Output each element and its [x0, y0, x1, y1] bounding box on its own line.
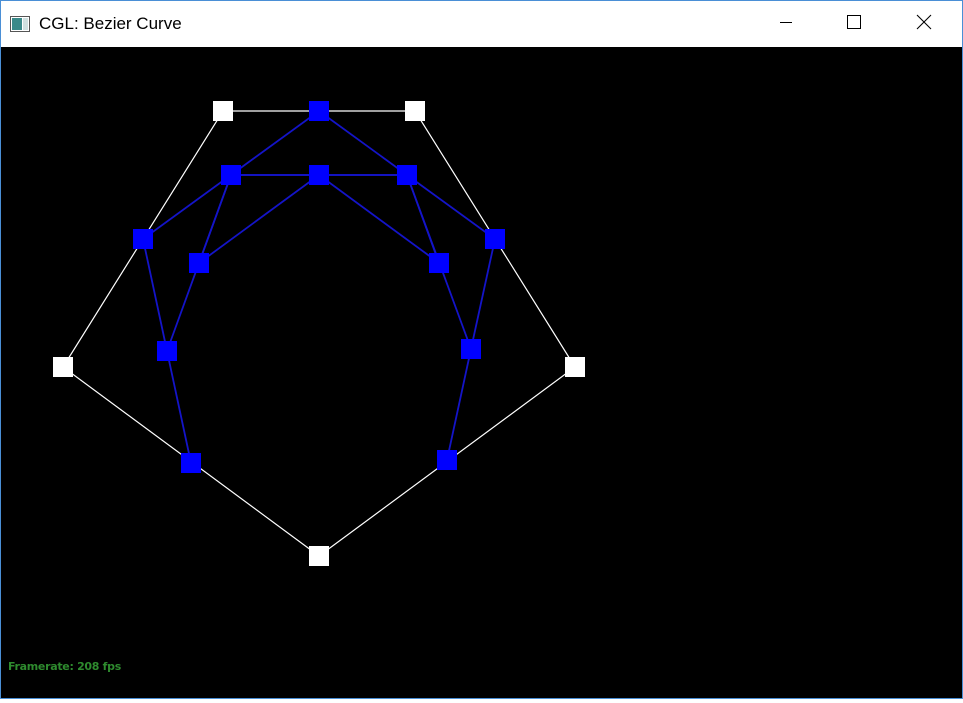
framerate-label: Framerate: 208 fps: [8, 660, 121, 673]
minimize-button[interactable]: [756, 1, 816, 47]
title-bar[interactable]: CGL: Bezier Curve: [1, 1, 962, 47]
control-point[interactable]: [565, 357, 585, 377]
intermediate-point: [309, 101, 329, 121]
minimize-icon: [779, 15, 793, 34]
control-point[interactable]: [213, 101, 233, 121]
intermediate-point: [157, 341, 177, 361]
window-title: CGL: Bezier Curve: [39, 14, 182, 33]
intermediate-line: [198, 174, 232, 264]
intermediate-line: [198, 173, 440, 264]
intermediate-point: [181, 453, 201, 473]
control-point[interactable]: [53, 357, 73, 377]
close-icon: [916, 14, 932, 35]
control-point[interactable]: [309, 546, 329, 566]
close-button[interactable]: [894, 1, 954, 47]
maximize-icon: [846, 14, 862, 35]
maximize-button[interactable]: [824, 1, 884, 47]
intermediate-point: [133, 229, 153, 249]
intermediate-line: [141, 109, 497, 464]
intermediate-point: [485, 229, 505, 249]
intermediate-point: [437, 450, 457, 470]
render-canvas[interactable]: [1, 47, 962, 698]
intermediate-point: [429, 253, 449, 273]
control-point[interactable]: [405, 101, 425, 121]
intermediate-point: [397, 165, 417, 185]
app-window: CGL: Bezier Curve Framerate: 208 fps: [0, 0, 963, 699]
intermediate-point: [189, 253, 209, 273]
intermediate-line: [166, 174, 472, 352]
bezier-scene[interactable]: [1, 47, 962, 698]
app-window-icon: [10, 16, 30, 32]
intermediate-point: [221, 165, 241, 185]
intermediate-line: [406, 174, 440, 264]
intermediate-point: [461, 339, 481, 359]
intermediate-point: [309, 165, 329, 185]
